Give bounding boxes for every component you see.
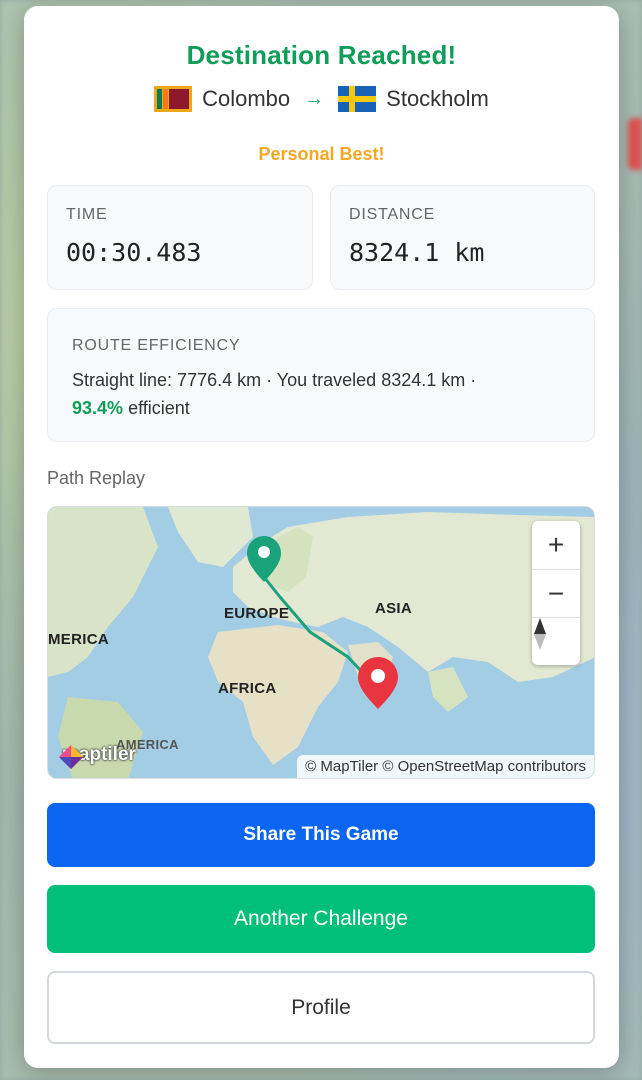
map-label-asia: ASIA	[375, 600, 413, 617]
time-card: TIME 00:30.483	[47, 185, 313, 290]
compass-icon	[534, 618, 546, 650]
sri-lanka-flag-icon	[154, 86, 193, 112]
path-replay-label: Path Replay	[47, 468, 146, 488]
another-challenge-button[interactable]: Another Challenge	[47, 885, 595, 953]
result-title: Destination Reached!	[186, 40, 457, 70]
maptiler-logo-icon	[59, 745, 83, 769]
efficiency-percent: 93.4%	[72, 398, 124, 418]
route-arrow-icon: →	[304, 87, 325, 110]
efficiency-suffix: efficient	[128, 398, 190, 418]
sweden-flag-icon	[338, 86, 377, 112]
efficiency-card: ROUTE EFFICIENCY Straight line: 7776.4 k…	[47, 308, 595, 442]
origin-city: Colombo	[202, 86, 291, 111]
zoom-out-button[interactable]: −	[532, 569, 580, 617]
personal-best-badge: Personal Best!	[258, 144, 385, 164]
distance-label: DISTANCE	[349, 206, 436, 223]
path-replay-map[interactable]: EUROPE ASIA MERICA AFRICA AMERICA maptil…	[47, 506, 595, 779]
map-label-europe: EUROPE	[224, 605, 290, 622]
zoom-in-button[interactable]: +	[532, 521, 580, 569]
efficiency-label: ROUTE EFFICIENCY	[72, 337, 241, 354]
maptiler-logo: maptiler	[58, 744, 136, 769]
distance-card: DISTANCE 8324.1 km	[330, 185, 595, 290]
profile-button[interactable]: Profile	[47, 971, 595, 1044]
efficiency-summary: Straight line: 7776.4 km · You traveled …	[72, 370, 477, 390]
efficiency-text: Straight line: 7776.4 km · You traveled …	[72, 366, 574, 422]
time-label: TIME	[66, 206, 108, 223]
map-label-africa: AFRICA	[218, 680, 277, 697]
share-game-button[interactable]: Share This Game	[47, 803, 595, 867]
route-header: Colombo → Stockholm	[24, 86, 619, 112]
time-value: 00:30.483	[66, 238, 202, 267]
distance-value: 8324.1 km	[349, 238, 485, 267]
map-label-america: MERICA	[48, 631, 109, 648]
destination-city: Stockholm	[386, 86, 489, 111]
result-modal: Destination Reached! Colombo → Stockholm…	[24, 6, 619, 1068]
map-attribution[interactable]: © MapTiler © OpenStreetMap contributors	[297, 755, 594, 778]
map-controls: + −	[532, 521, 580, 665]
backdrop-red-tab	[628, 118, 642, 170]
compass-button[interactable]	[532, 617, 580, 665]
